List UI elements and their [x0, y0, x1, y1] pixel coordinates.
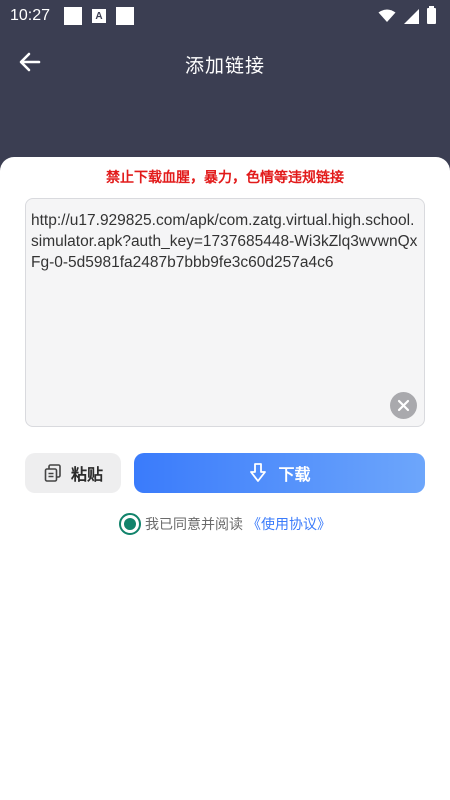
- agreement-radio[interactable]: [119, 513, 141, 535]
- copy-icon: [44, 464, 61, 482]
- battery-icon: [427, 6, 436, 24]
- back-arrow-icon: [19, 52, 41, 72]
- clear-icon: [397, 399, 410, 412]
- text-a-icon: A: [92, 9, 107, 23]
- paste-button[interactable]: 粘贴: [25, 453, 121, 493]
- agreement-row: 我已同意并阅读 《使用协议》: [0, 513, 450, 535]
- back-button[interactable]: [14, 48, 46, 76]
- download-button[interactable]: 下载: [134, 453, 425, 493]
- url-input-value: http://u17.929825.com/apk/com.zatg.virtu…: [31, 212, 418, 271]
- notification-square-icon: [64, 7, 83, 25]
- agreement-text: 我已同意并阅读: [145, 517, 243, 533]
- paste-label: 粘贴: [70, 465, 103, 484]
- app-bar: 添加链接: [0, 32, 450, 96]
- notification-square-icon: [116, 7, 135, 25]
- page-title: 添加链接: [184, 54, 265, 77]
- clear-button[interactable]: [390, 392, 417, 419]
- status-system-icons: [378, 6, 436, 24]
- agreement-link[interactable]: 《使用协议》: [247, 514, 331, 534]
- wifi-icon: [378, 9, 396, 22]
- status-notifications: A: [64, 7, 135, 25]
- warning-text: 禁止下载血腥，暴力，色情等违规链接: [106, 170, 344, 186]
- status-time: 10:27: [10, 7, 51, 24]
- status-bar: 10:27 A: [0, 0, 450, 32]
- add-link-sheet: 禁止下载血腥，暴力，色情等违规链接 http://u17.929825.com/…: [0, 157, 450, 800]
- download-label: 下载: [278, 465, 311, 484]
- agreement-radio-dot: [124, 518, 136, 530]
- download-icon: [250, 463, 267, 482]
- url-input[interactable]: http://u17.929825.com/apk/com.zatg.virtu…: [25, 198, 425, 427]
- signal-icon: [404, 8, 419, 24]
